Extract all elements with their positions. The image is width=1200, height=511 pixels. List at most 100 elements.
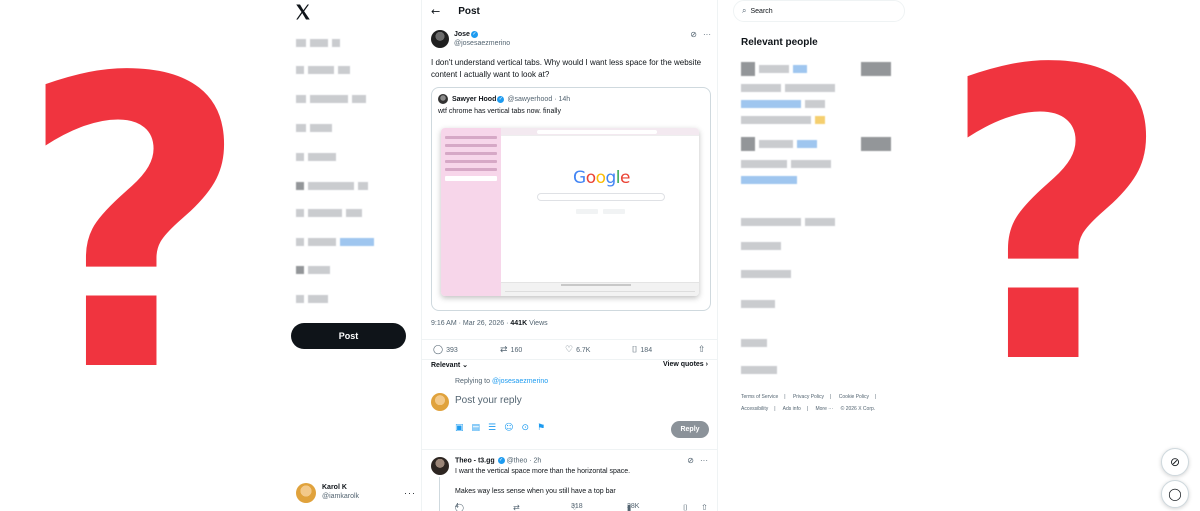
reply-button[interactable]: Reply bbox=[671, 421, 709, 438]
copyright: © 2026 X Corp. bbox=[840, 406, 876, 412]
views-label: Views bbox=[529, 320, 548, 327]
avatar[interactable] bbox=[431, 457, 449, 475]
comment-text-line-1: I want the vertical space more than the … bbox=[455, 468, 631, 475]
more-icon[interactable]: ··· bbox=[703, 30, 711, 50]
share-icon: ⇧ bbox=[701, 503, 708, 511]
account-handle: @iamkarolk bbox=[322, 493, 360, 500]
relevant-person-blurred-1[interactable] bbox=[741, 62, 807, 76]
account-name: Karol K bbox=[322, 484, 347, 492]
page-title: Post bbox=[458, 5, 480, 17]
author-name[interactable]: Jose bbox=[454, 31, 470, 38]
bookmark-icon: ⌷ bbox=[632, 345, 638, 355]
quote-author-handle: @sawyerhood bbox=[507, 95, 553, 103]
account-switcher[interactable]: Karol K @iamkarolk ··· bbox=[296, 481, 416, 505]
tweet-actions: ◯ 393 ⇄ 160 ♡ 6.7K ⌷ 184 ⇧ bbox=[422, 339, 717, 359]
replying-to: Replying to @josesaezmerino bbox=[455, 378, 549, 385]
reply-sort-row: Relevant ⌄ View quotes › bbox=[422, 359, 717, 371]
emoji-icon[interactable]: ☺ bbox=[504, 423, 513, 433]
relevant-person-blurred-1-bio-3 bbox=[741, 114, 825, 126]
comment-author-name[interactable]: Theo - t3.gg bbox=[455, 457, 495, 464]
messages-button[interactable]: ◯ bbox=[1161, 480, 1189, 508]
cookie-link[interactable]: Cookie Policy bbox=[839, 394, 869, 400]
flag-icon[interactable]: ⚑ bbox=[537, 423, 545, 433]
bookmark-icon: ⌷ bbox=[683, 503, 688, 511]
sort-dropdown[interactable]: Relevant ⌄ bbox=[431, 361, 468, 369]
grok-button[interactable]: ⊘ bbox=[1161, 448, 1189, 476]
trend-blurred-6[interactable] bbox=[741, 364, 777, 376]
grok-icon[interactable]: ⊘ bbox=[687, 456, 694, 465]
right-sidebar: ⌕ Relevant people Terms of Service| Priv… bbox=[733, 0, 909, 511]
verified-icon: ✓ bbox=[497, 457, 505, 464]
nav-item-blurred-4[interactable] bbox=[296, 122, 332, 134]
avatar bbox=[431, 393, 449, 411]
grok-icon[interactable]: ⊘ bbox=[690, 30, 697, 50]
accessibility-link[interactable]: Accessibility bbox=[741, 406, 768, 412]
relevant-person-blurred-2[interactable] bbox=[741, 137, 817, 151]
more-link[interactable]: More ··· bbox=[815, 406, 833, 412]
terms-link[interactable]: Terms of Service bbox=[741, 394, 778, 400]
follow-button-blurred-2[interactable] bbox=[861, 137, 891, 151]
google-footer bbox=[501, 282, 699, 296]
google-search-box bbox=[537, 193, 665, 201]
search-bar[interactable]: ⌕ bbox=[733, 0, 905, 22]
view-quotes-link[interactable]: View quotes › bbox=[663, 361, 708, 368]
trend-blurred-4[interactable] bbox=[741, 298, 775, 310]
nav-item-blurred-8[interactable] bbox=[296, 236, 374, 248]
share-icon: ⇧ bbox=[698, 345, 706, 355]
quote-author-name: Sawyer Hood bbox=[452, 95, 497, 103]
comment-author-handle[interactable]: @theo bbox=[507, 457, 528, 464]
quote-screenshot-image[interactable]: Google bbox=[441, 128, 699, 296]
chevron-right-icon: › bbox=[705, 361, 708, 368]
comment[interactable]: Theo - t3.gg ✓ @theo · 2h ⊘ ··· I want t… bbox=[422, 449, 717, 511]
trend-blurred-1[interactable] bbox=[741, 216, 835, 228]
main-column: ← Post Jose ✓ @josesaezmerino ⊘ ··· I don… bbox=[421, 0, 718, 511]
repost-action[interactable]: ⇄ 160 bbox=[500, 345, 522, 355]
reply-action[interactable]: ◯ 393 bbox=[433, 345, 458, 355]
nav-item-blurred-6[interactable] bbox=[296, 180, 368, 192]
privacy-link[interactable]: Privacy Policy bbox=[793, 394, 824, 400]
relevant-person-blurred-1-bio bbox=[741, 82, 835, 94]
verified-icon: ✓ bbox=[497, 95, 505, 103]
bookmark-action[interactable]: ⌷ 184 bbox=[632, 345, 652, 355]
nav-item-blurred-1[interactable] bbox=[296, 37, 340, 49]
comment-time[interactable]: · 2h bbox=[529, 457, 541, 464]
like-action[interactable]: ♡ 6.7K bbox=[565, 345, 590, 355]
nav-item-blurred-2[interactable] bbox=[296, 64, 350, 76]
nav-item-blurred-9[interactable] bbox=[296, 264, 330, 276]
search-input[interactable] bbox=[750, 7, 891, 15]
browser-toolbar bbox=[501, 128, 699, 136]
poll-icon[interactable]: ☰ bbox=[488, 423, 496, 433]
more-icon[interactable]: ··· bbox=[700, 456, 708, 465]
nav-item-blurred-3[interactable] bbox=[296, 93, 366, 105]
nav-item-blurred-10[interactable] bbox=[296, 293, 328, 305]
ads-info-link[interactable]: Ads info bbox=[783, 406, 801, 412]
trend-blurred-5[interactable] bbox=[741, 337, 767, 349]
avatar bbox=[296, 483, 316, 503]
views-count: 441K bbox=[510, 320, 528, 327]
follow-button-blurred-1[interactable] bbox=[861, 62, 891, 76]
message-bubble-icon: ◯ bbox=[1168, 487, 1182, 501]
nav-item-blurred-5[interactable] bbox=[296, 151, 336, 163]
author-handle[interactable]: @josesaezmerino bbox=[454, 39, 510, 48]
image-icon[interactable]: ▣ bbox=[455, 423, 464, 433]
avatar[interactable] bbox=[431, 30, 449, 48]
tweet-time[interactable]: 9:16 AM · Mar 26, 2026 bbox=[431, 320, 504, 327]
more-icon[interactable]: ··· bbox=[404, 488, 416, 498]
relevant-person-blurred-2-bio bbox=[741, 158, 831, 170]
back-arrow-icon[interactable]: ← bbox=[431, 5, 440, 18]
footer-links: Terms of Service | Privacy Policy | Cookie… bbox=[741, 394, 877, 412]
replying-to-handle[interactable]: @josesaezmerino bbox=[492, 378, 548, 385]
nav-item-blurred-7[interactable] bbox=[296, 207, 362, 219]
post-button[interactable]: Post bbox=[291, 323, 406, 349]
trend-blurred-2[interactable] bbox=[741, 240, 781, 252]
reply-input[interactable] bbox=[455, 395, 655, 406]
verified-icon: ✓ bbox=[470, 30, 478, 38]
quoted-tweet[interactable]: Sawyer Hood ✓ @sawyerhood · 14h wtf chro… bbox=[431, 87, 711, 311]
share-action[interactable]: ⇧ bbox=[698, 345, 706, 355]
relevant-person-blurred-2-bio-2 bbox=[741, 174, 797, 186]
gif-icon[interactable]: ▤ bbox=[472, 423, 481, 433]
location-icon[interactable]: ⊙ bbox=[522, 423, 530, 433]
x-logo-icon[interactable] bbox=[294, 3, 312, 21]
tweet-meta: 9:16 AM · Mar 26, 2026 · 441K Views bbox=[431, 320, 548, 327]
trend-blurred-3[interactable] bbox=[741, 268, 791, 280]
